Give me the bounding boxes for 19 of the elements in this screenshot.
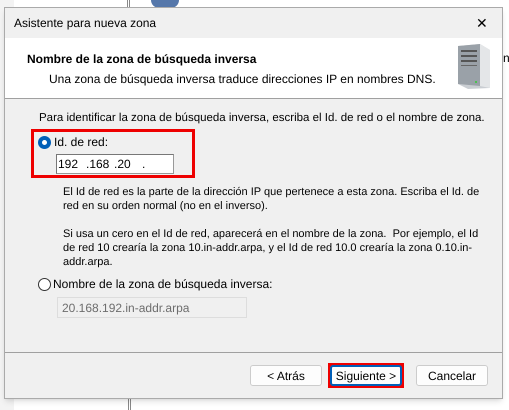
close-button[interactable]: ✕	[472, 16, 492, 30]
help-text: El Id de red es la parte de la dirección IP que pertenece a esta zona. Escriba el Id. de red en su orden normal (no en el inverso).	[63, 185, 480, 214]
window-title: Asistente para nueva zona	[14, 15, 156, 32]
ip-address-field[interactable]: 192 .168 .20 .	[56, 154, 174, 174]
radio-button[interactable]	[38, 136, 51, 149]
option-label: Nombre de la zona de búsqueda inversa:	[53, 276, 272, 294]
ip-octet: .168	[85, 156, 110, 174]
page-subtitle: Una zona de búsqueda inversa traduce direcciones IP en nombres DNS.	[49, 71, 436, 88]
ip-octet: .	[141, 156, 146, 174]
wizard-button[interactable]: < Atrás	[250, 365, 322, 386]
wizard-button[interactable]: Cancelar	[416, 365, 488, 386]
help-text: Si usa un cero en el Id de red, aparecerá en el nombre de la zona. Por ejemplo, el Id de red 10 crearía la zona 10.in-addr.arpa, y el Id de red 10.0 crearía la zona 0.10.in-addr.arpa.	[63, 227, 480, 270]
instruction-text: Para identificar la zona de búsqueda inversa, escriba el Id. de red o el nombre de zona.	[39, 111, 486, 126]
page-title: Nombre de la zona de búsqueda inversa	[27, 51, 258, 68]
ip-octet: .20	[113, 156, 132, 174]
option-label: Id. de red:	[54, 134, 108, 152]
background-text: n	[503, 50, 509, 67]
ip-octet: 192	[57, 156, 80, 174]
wizard-button[interactable]: Siguiente >	[330, 365, 402, 386]
